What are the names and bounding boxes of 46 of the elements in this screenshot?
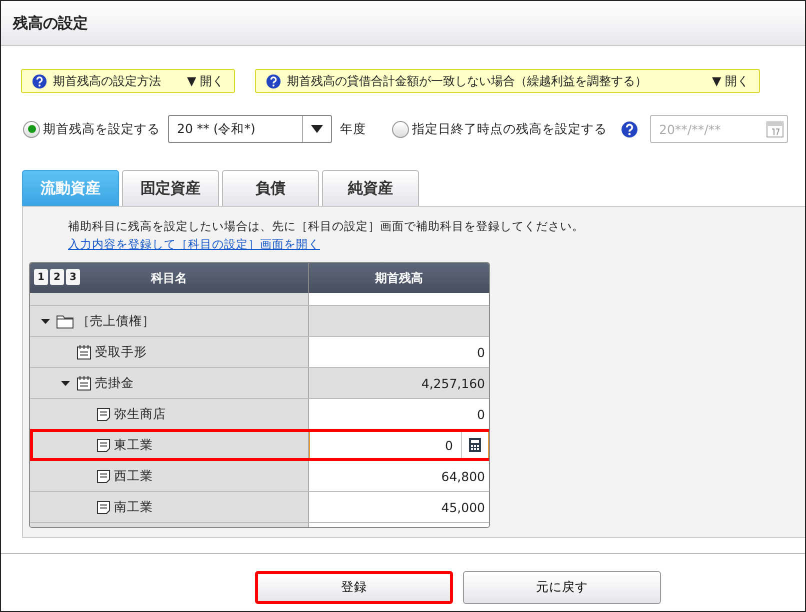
level-button[interactable]: 1 — [34, 269, 48, 285]
year-label: 年度 — [340, 120, 366, 138]
tab[interactable]: 純資産 — [322, 170, 419, 206]
ledger-icon — [76, 375, 92, 391]
table-cell[interactable]: 弥生商店 — [30, 399, 309, 429]
radio-option[interactable]: 指定日終了時点の残高を設定する — [392, 120, 607, 138]
table-cell[interactable]: 南工業 — [30, 492, 309, 522]
amount-cell: 4,257,160 — [309, 368, 489, 398]
help-bar[interactable]: 期首残高の設定方法 ▼ 開く — [21, 69, 235, 93]
caret-icon[interactable] — [41, 316, 50, 326]
expand-toggle[interactable]: ▼ 開く — [712, 72, 749, 90]
action-button[interactable]: 元に戻す — [463, 571, 661, 604]
action-button[interactable]: 登録 — [255, 571, 453, 604]
column-header: 期首残高 — [375, 270, 423, 286]
caret-icon[interactable] — [61, 378, 70, 388]
help-bar[interactable]: 期首残高の貸借合計金額が一致しない場合（繰越利益を調整する） ▼ 開く — [255, 69, 760, 93]
window-title: 残高の設定 — [13, 14, 88, 32]
help-icon[interactable] — [621, 120, 638, 138]
tab[interactable]: 固定資産 — [122, 170, 219, 206]
ledger-icon — [76, 344, 92, 360]
settings-link[interactable]: 入力内容を登録して［科目の設定］画面を開く — [23, 234, 805, 252]
note-text: 補助科目に残高を設定したい場合は、先に［科目の設定］画面で補助科目を登録してください。 — [67, 218, 585, 234]
help-label: 期首残高の貸借合計金額が一致しない場合（繰越利益を調整する） — [287, 72, 648, 90]
dropdown-arrow-icon — [311, 125, 323, 133]
document-icon — [96, 500, 111, 514]
help-label: 期首残高の設定方法 — [53, 72, 162, 90]
tab[interactable]: 負債 — [222, 170, 319, 206]
table-cell[interactable]: ［売上債権］ — [30, 306, 309, 336]
expand-toggle[interactable]: ▼ 開く — [186, 72, 224, 90]
document-icon — [96, 438, 111, 452]
year-dropdown[interactable]: 20 ** (令和*) — [168, 115, 332, 143]
table-cell[interactable]: 売掛金 — [30, 368, 309, 398]
column-header: 科目名 — [151, 270, 187, 286]
document-icon — [96, 406, 111, 422]
folder-icon — [56, 314, 74, 328]
radio-option[interactable]: 期首残高を設定する — [23, 120, 160, 138]
level-button[interactable]: 2 — [50, 269, 64, 285]
level-button[interactable]: 3 — [66, 269, 80, 285]
help-icon — [266, 74, 281, 88]
table-cell[interactable]: 受取手形 — [30, 337, 309, 367]
table-cell[interactable]: 西工業 — [30, 461, 309, 491]
radio-button[interactable] — [23, 120, 40, 138]
calendar-icon[interactable] — [766, 120, 784, 138]
radio-button[interactable] — [392, 120, 409, 138]
document-icon — [96, 468, 111, 484]
help-icon — [32, 74, 47, 88]
